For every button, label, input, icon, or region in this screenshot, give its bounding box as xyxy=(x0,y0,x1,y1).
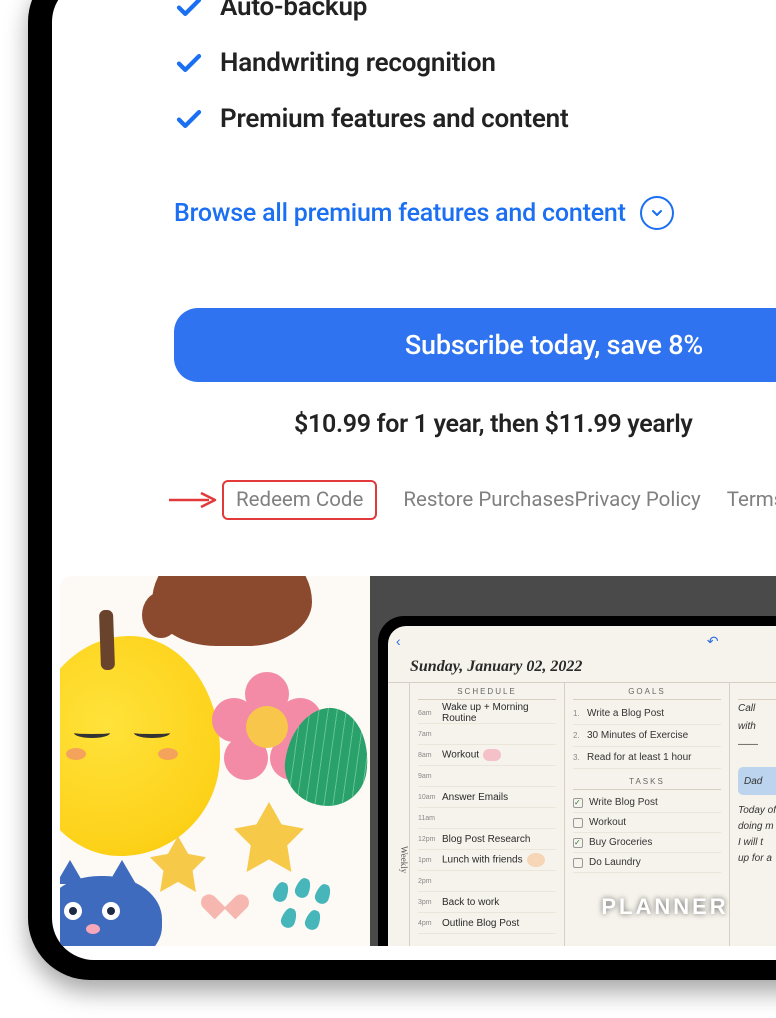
preview-gallery[interactable]: ‹ ↶ T xyxy=(60,576,776,946)
feature-label: Handwriting recognition xyxy=(220,48,496,78)
chevron-down-icon xyxy=(640,196,674,230)
schedule-header: SCHEDULE xyxy=(418,687,556,700)
tasks-header: TASKS xyxy=(573,777,721,790)
planner-panel: ‹ ↶ T xyxy=(370,576,776,946)
restore-purchases-link[interactable]: Restore Purchases xyxy=(403,488,574,512)
planner-caption: PLANNER xyxy=(370,894,776,920)
annotation-arrow-icon xyxy=(167,490,217,510)
planner-date: Sunday, January 02, 2022 xyxy=(388,656,776,683)
feature-label: Auto-backup xyxy=(220,0,367,22)
redeem-code-link[interactable]: Redeem Code xyxy=(222,480,377,520)
undo-icon: ↶ xyxy=(707,633,719,650)
privacy-policy-link[interactable]: Privacy Policy xyxy=(575,488,701,512)
browse-all-label: Browse all premium features and content xyxy=(174,199,626,228)
back-icon: ‹ xyxy=(396,633,401,649)
goals-header: GOALS xyxy=(573,687,721,700)
check-icon xyxy=(174,104,204,134)
feature-item: Auto-backup xyxy=(174,0,734,22)
footer-links: Redeem Code Restore Purchases Privacy Po… xyxy=(222,480,776,520)
feature-list: Auto-backup Handwriting recognition Prem… xyxy=(174,0,734,160)
browse-all-button[interactable]: Browse all premium features and content xyxy=(174,196,674,230)
check-icon xyxy=(174,0,204,22)
tablet-screen: Auto-backup Handwriting recognition Prem… xyxy=(52,0,776,960)
feature-label: Premium features and content xyxy=(220,104,569,134)
illustration-panel xyxy=(60,576,370,946)
feature-item: Handwriting recognition xyxy=(174,48,734,78)
check-icon xyxy=(174,48,204,78)
subscribe-label: Subscribe today, save 8% xyxy=(405,329,703,361)
subscribe-button[interactable]: Subscribe today, save 8% xyxy=(174,308,776,382)
pricing-text: $10.99 for 1 year, then $11.99 yearly xyxy=(294,410,693,439)
feature-item: Premium features and content xyxy=(174,104,734,134)
tocall-header: TO CALL & xyxy=(738,687,776,700)
terms-link[interactable]: Terms of U xyxy=(727,488,776,512)
